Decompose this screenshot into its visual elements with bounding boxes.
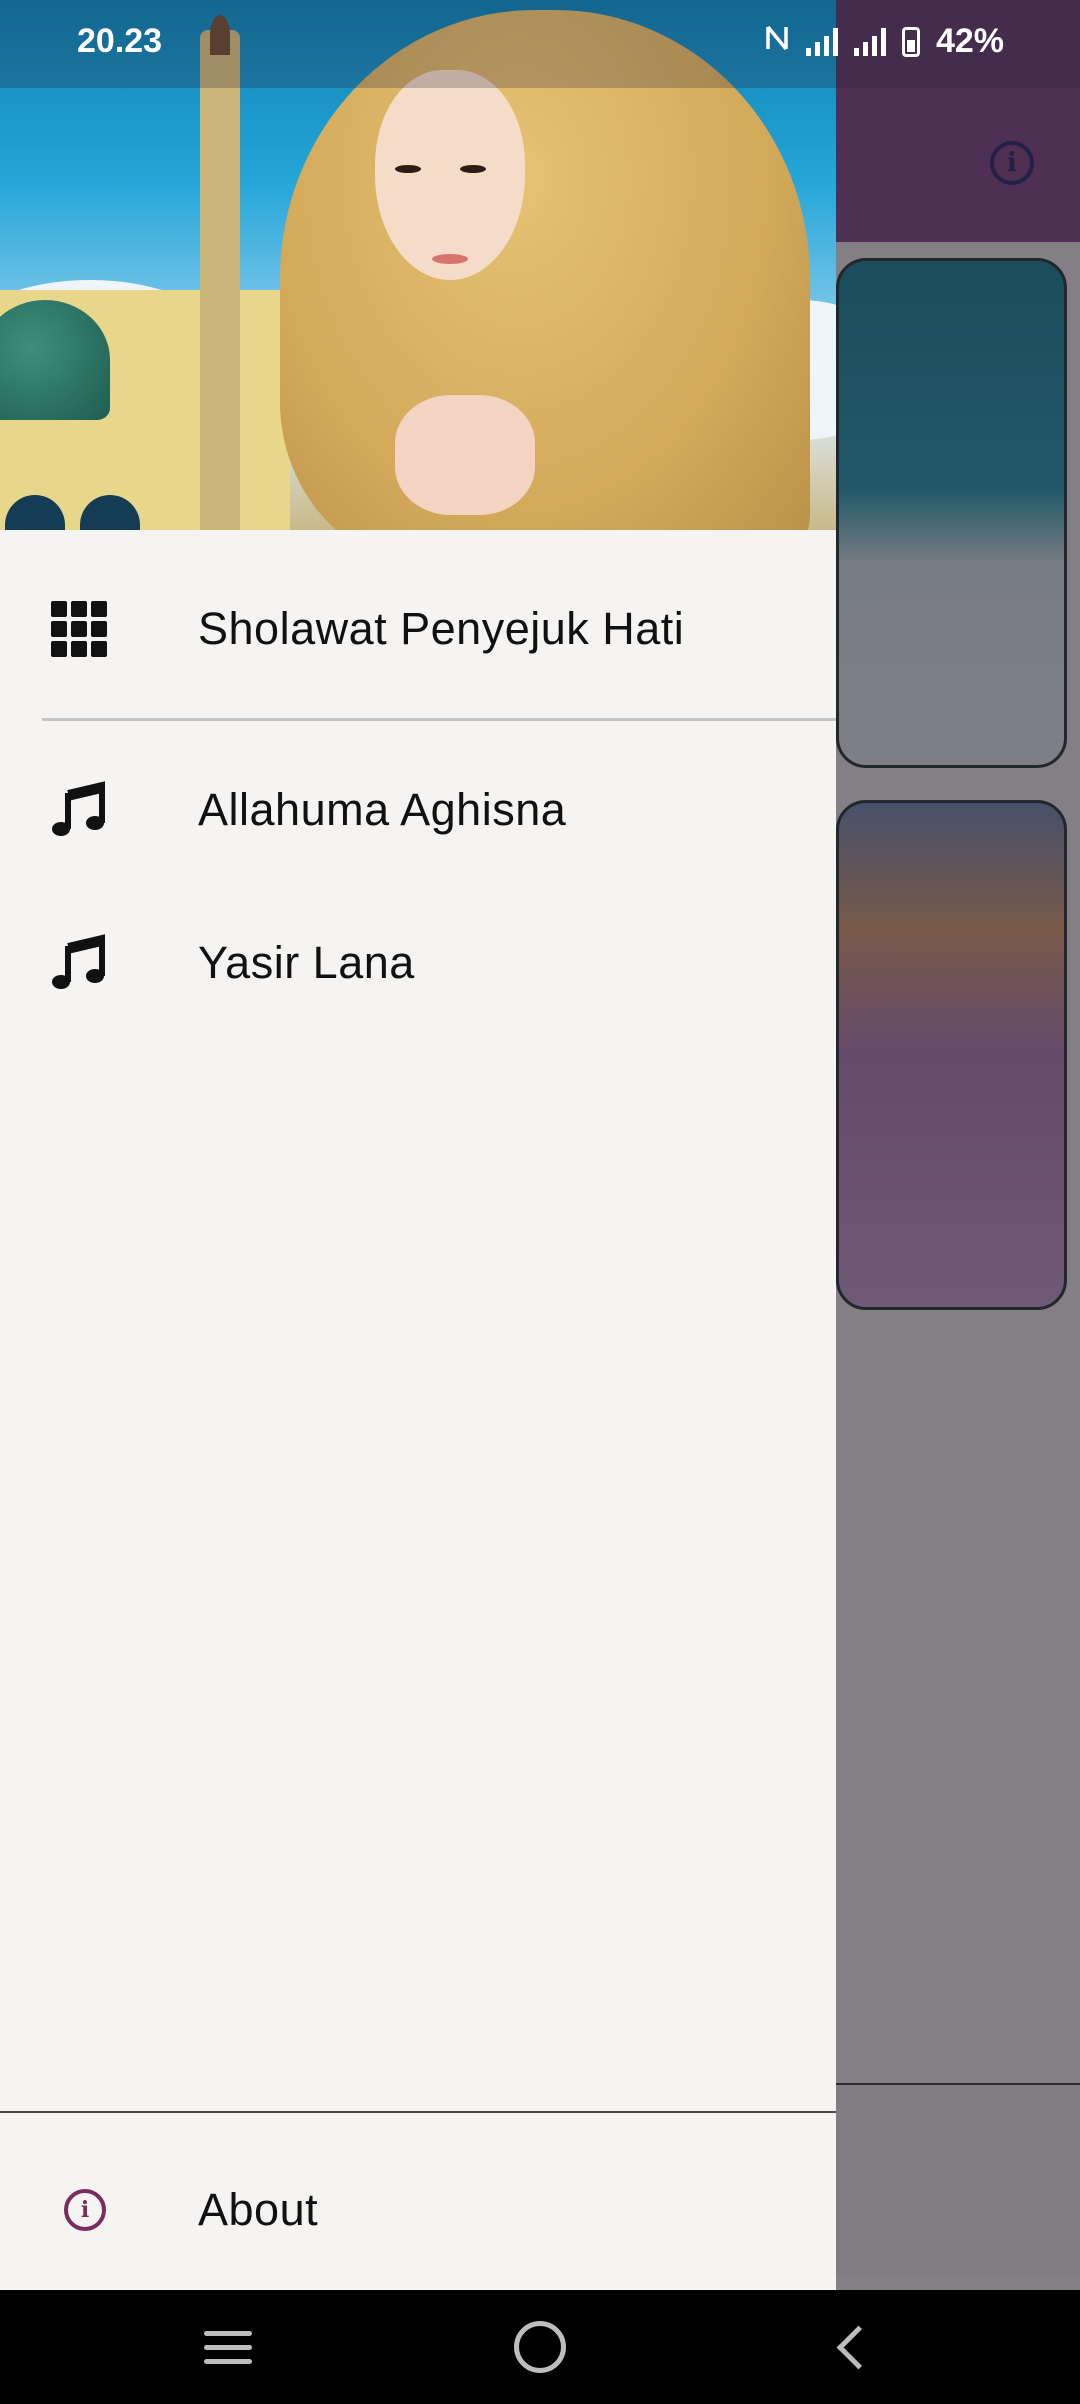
- back-button[interactable]: [772, 2290, 932, 2404]
- navigation-drawer: Sholawat Penyejuk Hati Allahuma Aghisna: [0, 0, 836, 2290]
- drawer-item-label: About: [198, 2184, 319, 2235]
- battery-icon: [901, 26, 920, 57]
- status-time: 20.23: [77, 22, 163, 60]
- drawer-item-label: Allahuma Aghisna: [198, 784, 567, 835]
- music-note-icon: [50, 781, 108, 839]
- drawer-item-label: Yasir Lana: [198, 937, 415, 988]
- drawer-footer-divider: [0, 2111, 836, 2113]
- signal-icon: [853, 27, 886, 56]
- drawer-item-label: Sholawat Penyejuk Hati: [198, 603, 685, 654]
- drawer-item-about[interactable]: i About: [0, 2135, 836, 2285]
- system-nav-bar: [0, 2290, 1080, 2404]
- home-button[interactable]: [460, 2290, 620, 2404]
- recents-icon: [204, 2330, 252, 2364]
- status-bar: 20.23 42%: [0, 0, 1080, 88]
- drawer-divider: [42, 718, 836, 721]
- home-icon: [514, 2321, 566, 2373]
- grid-icon: [50, 600, 108, 658]
- drawer-item-yasir-lana[interactable]: Yasir Lana: [0, 888, 836, 1038]
- info-icon: i: [56, 2181, 114, 2239]
- drawer-item-allahuma-aghisna[interactable]: Allahuma Aghisna: [0, 735, 836, 885]
- battery-percent: 42%: [935, 22, 1004, 60]
- signal-icon: [805, 27, 838, 56]
- nfc-icon: [764, 23, 790, 60]
- back-icon: [836, 2325, 880, 2369]
- drawer-item-sholawat-penyejuk-hati[interactable]: Sholawat Penyejuk Hati: [0, 554, 836, 704]
- music-note-icon: [50, 934, 108, 992]
- recents-button[interactable]: [148, 2290, 308, 2404]
